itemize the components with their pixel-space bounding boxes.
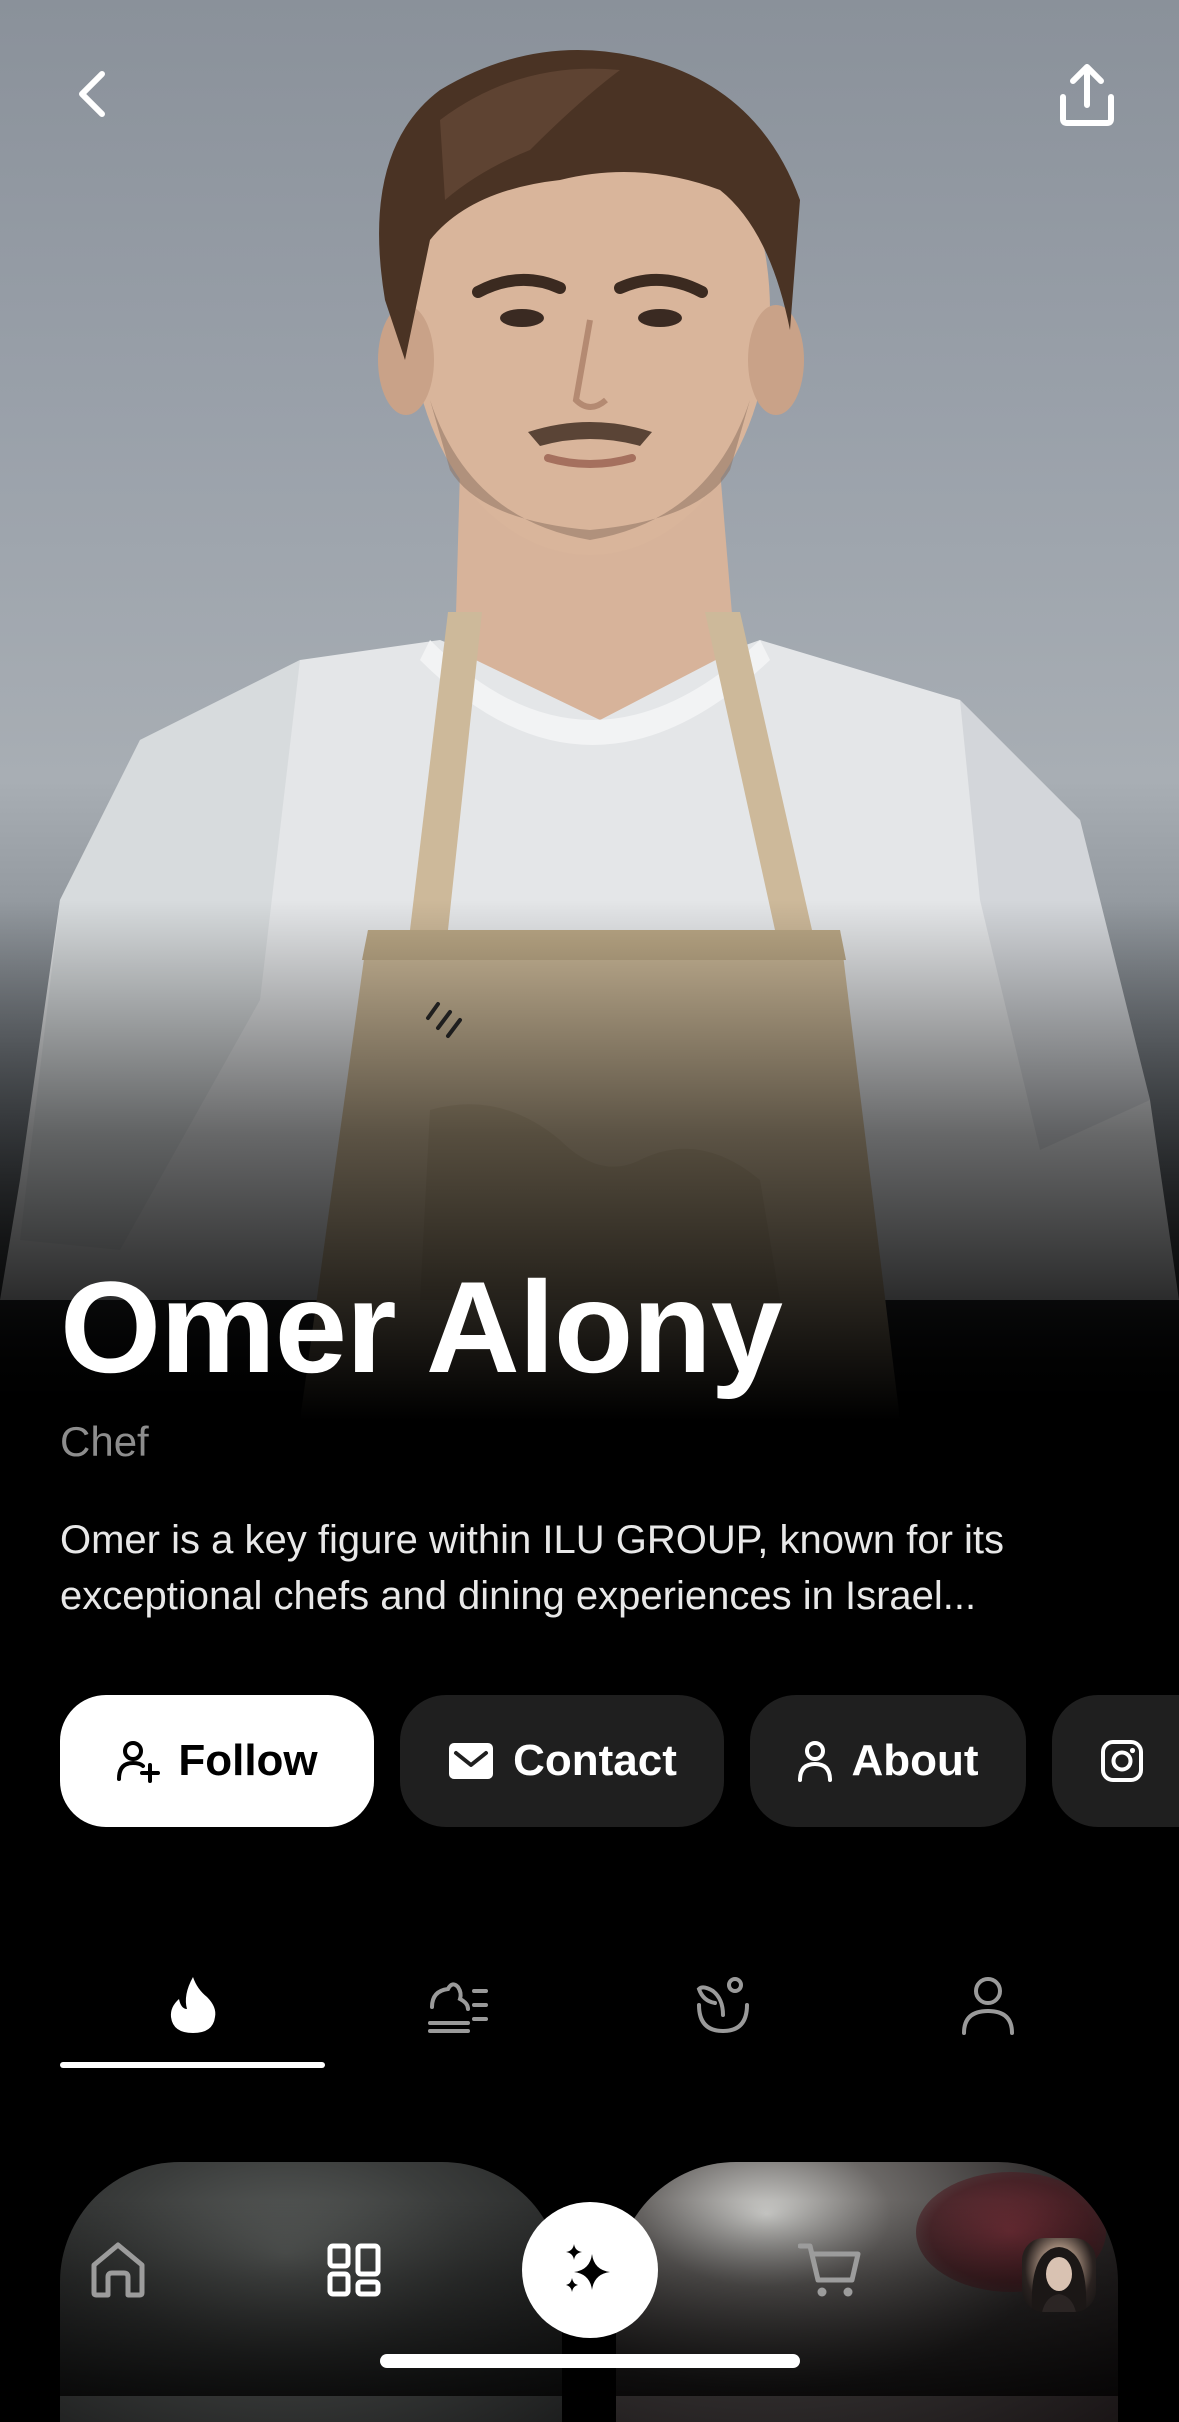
nav-explore-button[interactable] (314, 2230, 394, 2310)
profile-name: Omer Alony (60, 1254, 783, 1400)
profile-bio[interactable]: Omer is a key figure within ILU GROUP, k… (60, 1512, 1140, 1624)
ai-assistant-button[interactable] (522, 2202, 658, 2338)
nav-cart-button[interactable] (790, 2230, 870, 2310)
person-outline-icon (961, 1977, 1014, 2035)
tab-profile[interactable] (855, 1940, 1120, 2070)
follow-button[interactable]: Follow (60, 1695, 374, 1827)
home-indicator (380, 2354, 800, 2368)
contact-button[interactable]: Contact (400, 1695, 724, 1827)
tab-menu[interactable] (325, 1940, 590, 2070)
contact-label: Contact (513, 1736, 677, 1785)
profile-avatar[interactable] (1022, 2238, 1096, 2312)
grid-icon (327, 2243, 381, 2297)
follow-label: Follow (178, 1736, 318, 1785)
share-upload-icon (1060, 64, 1114, 126)
nav-home-button[interactable] (78, 2230, 158, 2310)
instagram-icon (1101, 1740, 1143, 1782)
content-tabs (60, 1940, 1120, 2070)
profile-role: Chef (60, 1418, 149, 1465)
person-icon (798, 1741, 833, 1782)
active-tab-indicator (60, 2062, 325, 2068)
chevron-left-icon (79, 71, 105, 117)
share-button[interactable] (1047, 54, 1127, 134)
home-icon (91, 2242, 145, 2298)
avatar-image (1031, 2247, 1087, 2312)
hero-photo (0, 0, 1179, 1420)
instagram-button[interactable] (1052, 1695, 1179, 1827)
mail-icon (449, 1743, 494, 1779)
tab-recipes[interactable] (590, 1940, 855, 2070)
cart-icon (798, 2243, 861, 2297)
dish-list-icon (427, 1982, 488, 2033)
flame-icon (170, 1977, 215, 2033)
about-button[interactable]: About (750, 1695, 1026, 1827)
bowl-sprout-icon (696, 1977, 749, 2034)
add-person-icon (117, 1741, 161, 1783)
profile-actions: Follow Contact About (60, 1695, 1179, 1827)
sparkle-icon (566, 2244, 610, 2292)
back-button[interactable] (52, 54, 132, 134)
tab-highlights[interactable] (60, 1940, 325, 2070)
about-label: About (851, 1736, 979, 1785)
